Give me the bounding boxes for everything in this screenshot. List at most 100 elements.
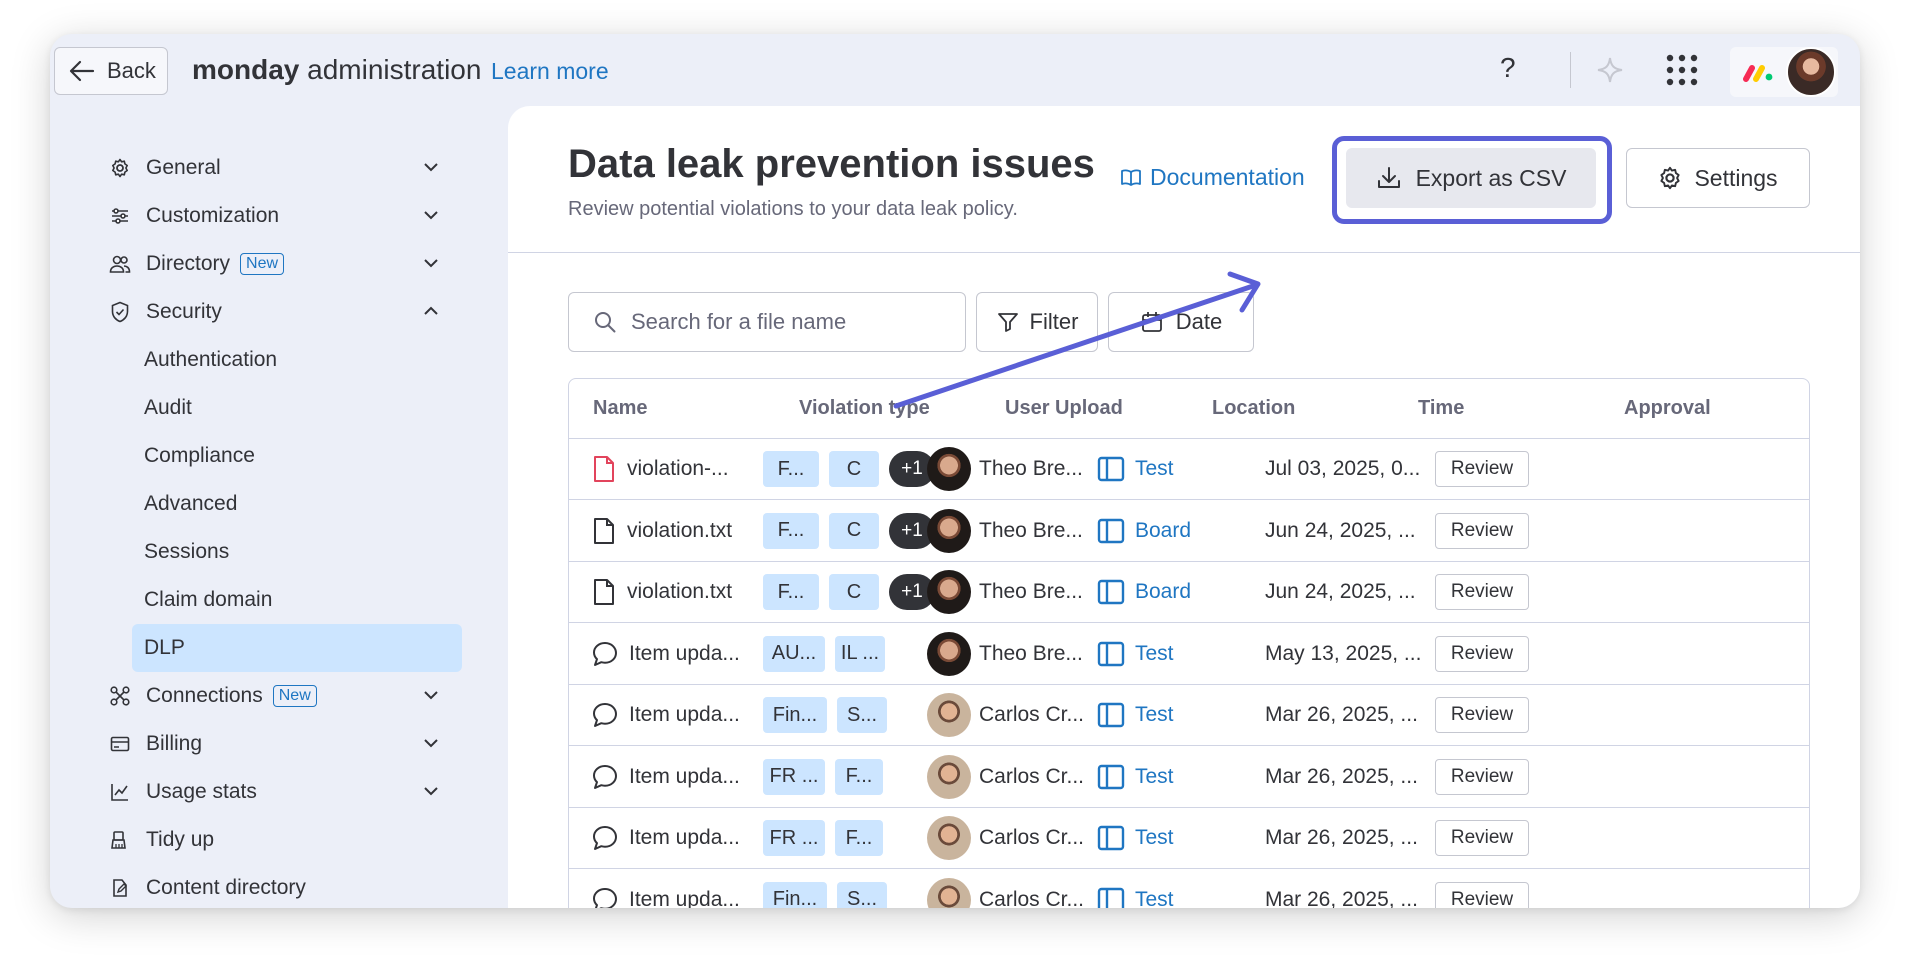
sidebar-item-connections[interactable]: Connections New: [108, 672, 458, 720]
location-cell[interactable]: Test: [1097, 870, 1174, 908]
sparkle-icon[interactable]: [1596, 56, 1624, 84]
documentation-link[interactable]: Documentation: [1120, 164, 1305, 191]
column-header[interactable]: Name: [593, 397, 647, 420]
avatar[interactable]: [927, 631, 971, 676]
file-name-cell[interactable]: violation-...: [591, 439, 729, 499]
location-cell[interactable]: Test: [1097, 624, 1174, 684]
file-name-cell[interactable]: violation.txt: [591, 501, 732, 561]
avatar[interactable]: [927, 447, 971, 491]
sidebar-item-content-directory[interactable]: Content directory: [108, 864, 458, 908]
column-header[interactable]: Location: [1212, 397, 1295, 420]
sidebar-item-usage-stats[interactable]: Usage stats: [108, 768, 458, 816]
sidebar-item-general[interactable]: General: [108, 144, 458, 192]
chevron-down-icon[interactable]: [422, 686, 440, 704]
violation-tag[interactable]: Fin...: [763, 881, 827, 908]
back-button[interactable]: Back: [54, 47, 168, 95]
violation-tag[interactable]: FR ...: [763, 758, 825, 795]
sidebar-subitem-audit[interactable]: Audit: [132, 384, 462, 432]
sidebar-subitem-dlp[interactable]: DLP: [132, 624, 462, 672]
violation-tag[interactable]: F...: [763, 574, 819, 610]
file-name-cell[interactable]: Item upda...: [591, 685, 740, 745]
sidebar-item-directory[interactable]: Directory New: [108, 240, 458, 288]
table-row[interactable]: violation.txt F... C +1 Theo Bre... Board …: [569, 562, 1809, 623]
chevron-down-icon[interactable]: [422, 782, 440, 800]
learn-more-link[interactable]: Learn more: [491, 58, 609, 85]
location-link[interactable]: Board: [1097, 518, 1191, 544]
location-cell[interactable]: Test: [1097, 747, 1174, 807]
sidebar-subitem-authentication[interactable]: Authentication: [132, 336, 462, 384]
sidebar-item-billing[interactable]: Billing: [108, 720, 458, 768]
avatar[interactable]: [927, 508, 971, 553]
violation-tag[interactable]: C: [829, 574, 879, 610]
filter-button[interactable]: Filter: [976, 292, 1098, 352]
sidebar-subitem-claim-domain[interactable]: Claim domain: [132, 576, 462, 624]
avatar[interactable]: [927, 754, 971, 799]
review-button[interactable]: Review: [1435, 512, 1529, 549]
review-button[interactable]: Review: [1435, 820, 1529, 856]
location-cell[interactable]: Test: [1097, 439, 1174, 499]
table-row[interactable]: Item upda... FR ... F... Carlos Cr... Tes…: [569, 747, 1809, 808]
column-header[interactable]: Violation type: [799, 397, 930, 420]
location-link[interactable]: Board: [1097, 579, 1191, 605]
file-name-cell[interactable]: violation.txt: [591, 562, 732, 622]
sidebar-subitem-advanced[interactable]: Advanced: [132, 480, 462, 528]
violation-tag[interactable]: IL ...: [835, 635, 885, 672]
table-row[interactable]: violation.txt F... C +1 Theo Bre... Board …: [569, 501, 1809, 562]
file-name-cell[interactable]: Item upda...: [591, 747, 740, 807]
table-row[interactable]: Item upda... AU... IL ... Theo Bre... Tes…: [569, 624, 1809, 685]
location-link[interactable]: Test: [1097, 825, 1174, 851]
table-row[interactable]: violation-... F... C +1 Theo Bre... Test J…: [569, 439, 1809, 500]
violation-tag[interactable]: S...: [837, 881, 887, 908]
chevron-down-icon[interactable]: [422, 158, 440, 176]
table-row[interactable]: Item upda... FR ... F... Carlos Cr... Tes…: [569, 808, 1809, 869]
chevron-up-icon[interactable]: [422, 302, 440, 320]
review-button[interactable]: Review: [1435, 635, 1529, 672]
sidebar-item-customization[interactable]: Customization: [108, 192, 458, 240]
settings-button[interactable]: Settings: [1626, 148, 1810, 208]
location-link[interactable]: Test: [1097, 641, 1174, 667]
violation-tag[interactable]: C: [829, 451, 879, 487]
user-avatar[interactable]: [1786, 47, 1836, 97]
column-header[interactable]: User Upload: [1005, 397, 1123, 420]
chevron-down-icon[interactable]: [422, 254, 440, 272]
export-csv-button[interactable]: Export as CSV: [1346, 148, 1596, 208]
avatar[interactable]: [927, 877, 971, 908]
violation-tag[interactable]: F...: [763, 451, 819, 487]
review-button[interactable]: Review: [1435, 697, 1529, 733]
violation-tag[interactable]: S...: [837, 697, 887, 733]
review-button[interactable]: Review: [1435, 758, 1529, 795]
column-header[interactable]: Approval: [1624, 397, 1711, 420]
sidebar-subitem-sessions[interactable]: Sessions: [132, 528, 462, 576]
location-link[interactable]: Test: [1097, 764, 1174, 790]
avatar[interactable]: [927, 816, 971, 860]
violation-tag[interactable]: C: [829, 512, 879, 549]
location-cell[interactable]: Board: [1097, 501, 1191, 561]
chevron-down-icon[interactable]: [422, 206, 440, 224]
sidebar-item-security[interactable]: Security: [108, 288, 458, 336]
chevron-down-icon[interactable]: [422, 734, 440, 752]
apps-grid-icon[interactable]: [1666, 54, 1698, 86]
account-menu[interactable]: [1730, 47, 1838, 97]
violation-tag[interactable]: FR ...: [763, 820, 825, 856]
location-cell[interactable]: Test: [1097, 808, 1174, 868]
violation-tag[interactable]: F...: [763, 512, 819, 549]
violation-tag[interactable]: AU...: [763, 635, 825, 672]
review-button[interactable]: Review: [1435, 574, 1529, 610]
avatar[interactable]: [927, 693, 971, 737]
file-name-cell[interactable]: Item upda...: [591, 808, 740, 868]
sidebar-subitem-compliance[interactable]: Compliance: [132, 432, 462, 480]
file-name-cell[interactable]: Item upda...: [591, 624, 740, 684]
help-icon[interactable]: ?: [1500, 52, 1516, 84]
column-header[interactable]: Time: [1418, 397, 1464, 420]
review-button[interactable]: Review: [1435, 881, 1529, 908]
location-cell[interactable]: Test: [1097, 685, 1174, 745]
location-cell[interactable]: Board: [1097, 562, 1191, 622]
review-button[interactable]: Review: [1435, 451, 1529, 487]
violation-tag[interactable]: Fin...: [763, 697, 827, 733]
search-input[interactable]: Search for a file name: [568, 292, 966, 352]
sidebar-item-tidy-up[interactable]: Tidy up: [108, 816, 458, 864]
violation-tag[interactable]: F...: [835, 820, 883, 856]
file-name-cell[interactable]: Item upda...: [591, 870, 740, 908]
location-link[interactable]: Test: [1097, 702, 1174, 728]
table-row[interactable]: Item upda... Fin... S... Carlos Cr... Tes…: [569, 870, 1809, 908]
